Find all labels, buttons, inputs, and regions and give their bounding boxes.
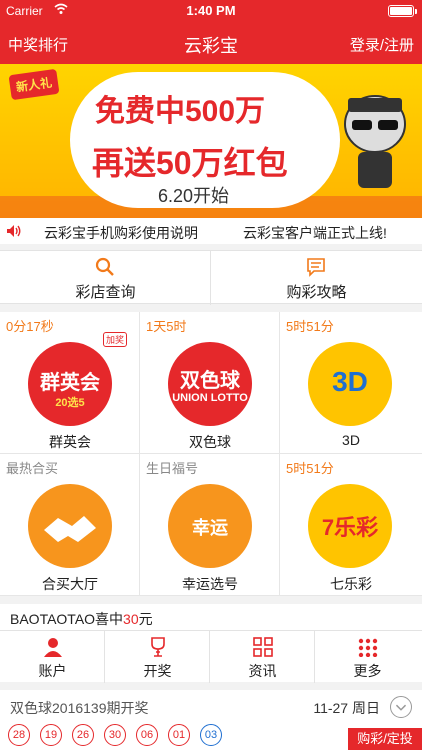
- tab-label: 资讯: [248, 663, 277, 679]
- lottery-name: 群英会: [49, 434, 91, 450]
- message-icon: [307, 258, 325, 277]
- blue-ball: 03: [200, 724, 222, 746]
- draw-title: 双色球2016139期开奖: [10, 700, 149, 716]
- winner-text: 喜中: [95, 611, 124, 627]
- search-icon: [95, 257, 114, 276]
- login-register-link[interactable]: 登录/注册: [350, 34, 414, 55]
- store-query-button[interactable]: 彩店查询: [0, 251, 211, 305]
- red-ball: 01: [168, 724, 190, 746]
- 3d-logo: 3D: [308, 342, 392, 426]
- shuangseqiu-logo: 双色球 UNION LOTTO: [168, 342, 252, 426]
- tab-account[interactable]: 账户: [0, 631, 105, 683]
- winner-user: BAOTAOTAO: [10, 611, 96, 627]
- buying-guide-button[interactable]: 购彩攻略: [211, 251, 422, 305]
- countdown-label: 5时51分: [286, 319, 334, 334]
- announcement-item[interactable]: 云彩宝手机购彩使用说明: [44, 223, 198, 243]
- banner-subheadline: 再送50万红包: [92, 145, 288, 181]
- tab-label: 开奖: [143, 663, 172, 679]
- red-ball: 28: [8, 724, 30, 746]
- quick-links: 彩店查询 购彩攻略: [0, 250, 422, 305]
- status-bar: Carrier 1:40 PM: [0, 0, 422, 22]
- lottery-name: 3D: [342, 432, 360, 448]
- red-ball: 06: [136, 724, 158, 746]
- top-bar: Carrier 1:40 PM 中奖排行 云彩宝 登录/注册: [0, 0, 422, 64]
- lottery-name: 七乐彩: [330, 576, 372, 592]
- tab-label: 账户: [38, 663, 67, 679]
- winner-ticker: BAOTAOTAO喜中30元: [0, 604, 422, 630]
- lottery-name: 合买大厅: [42, 576, 98, 592]
- tab-news[interactable]: 资讯: [210, 631, 315, 683]
- battery-icon: [388, 5, 417, 17]
- store-query-label: 彩店查询: [75, 284, 136, 301]
- tab-label: 更多: [353, 663, 382, 679]
- bonus-badge: 加奖: [102, 332, 127, 347]
- draw-date: 11-27 周日: [313, 700, 380, 716]
- banner-start-date: 6.20开始: [158, 186, 230, 206]
- countdown-label: 5时51分: [286, 461, 334, 476]
- buying-guide-label: 购彩攻略: [286, 284, 347, 301]
- winner-unit: 元: [138, 611, 153, 627]
- tab-more[interactable]: 更多: [315, 631, 422, 683]
- lottery-tile-3d[interactable]: 5时51分 3D 3D: [280, 312, 422, 454]
- tile-tag: 最热合买: [6, 461, 59, 476]
- main-tab-bar: 账户 开奖 资讯 更多: [0, 630, 422, 683]
- lucky-pick-logo: 幸运: [168, 484, 252, 568]
- lottery-tile-qilecai[interactable]: 5时51分 7乐彩 七乐彩: [280, 454, 422, 596]
- red-ball: 30: [104, 724, 126, 746]
- lottery-name: 幸运选号: [182, 576, 238, 592]
- lottery-name: 双色球: [189, 434, 231, 450]
- lottery-grid: 0分17秒 加奖 群英会 20选5 群英会 1天5时 双色球 UNION LOT…: [0, 312, 422, 596]
- qunyinghui-logo: 群英会 20选5: [28, 342, 112, 426]
- announcement-item[interactable]: 云彩宝客户端正式上线!: [243, 223, 387, 243]
- latest-draw-panel: 双色球2016139期开奖 11-27 周日 28 19 26 30 06 01…: [0, 690, 422, 750]
- speaker-icon: [7, 225, 21, 237]
- promo-banner[interactable]: 新人礼 免费中500万 再送50万红包 6.20开始: [0, 64, 422, 218]
- red-ball: 19: [40, 724, 62, 746]
- grid-icon: [253, 637, 273, 657]
- countdown-label: 0分17秒: [6, 319, 54, 334]
- lottery-tile-shuangseqiu[interactable]: 1天5时 双色球 UNION LOTTO 双色球: [140, 312, 280, 454]
- tab-draw-results[interactable]: 开奖: [105, 631, 210, 683]
- banner-headline: 免费中500万: [95, 95, 266, 128]
- person-icon: [44, 638, 62, 657]
- mascot-illustration: [344, 95, 406, 188]
- clock: 1:40 PM: [186, 3, 236, 18]
- chevron-down-icon[interactable]: [390, 696, 412, 718]
- qilecai-logo: 7乐彩: [308, 484, 392, 568]
- buy-button[interactable]: 购彩/定投: [348, 728, 422, 750]
- lottery-tile-group-buy[interactable]: 最热合买 合买大厅: [0, 454, 140, 596]
- red-ball: 26: [72, 724, 94, 746]
- trophy-icon: [151, 637, 165, 657]
- new-user-tag: 新人礼: [8, 68, 60, 101]
- countdown-label: 1天5时: [146, 319, 187, 334]
- tile-tag: 生日福号: [146, 461, 199, 476]
- lottery-tile-qunyinghui[interactable]: 0分17秒 加奖 群英会 20选5 群英会: [0, 312, 140, 454]
- handshake-icon: [28, 484, 112, 568]
- announcement-bar: 云彩宝手机购彩使用说明 云彩宝客户端正式上线!: [0, 218, 422, 244]
- dots-icon: [358, 638, 378, 657]
- lottery-tile-lucky-pick[interactable]: 生日福号 幸运 幸运选号: [140, 454, 280, 596]
- winner-amount: 30: [123, 611, 139, 627]
